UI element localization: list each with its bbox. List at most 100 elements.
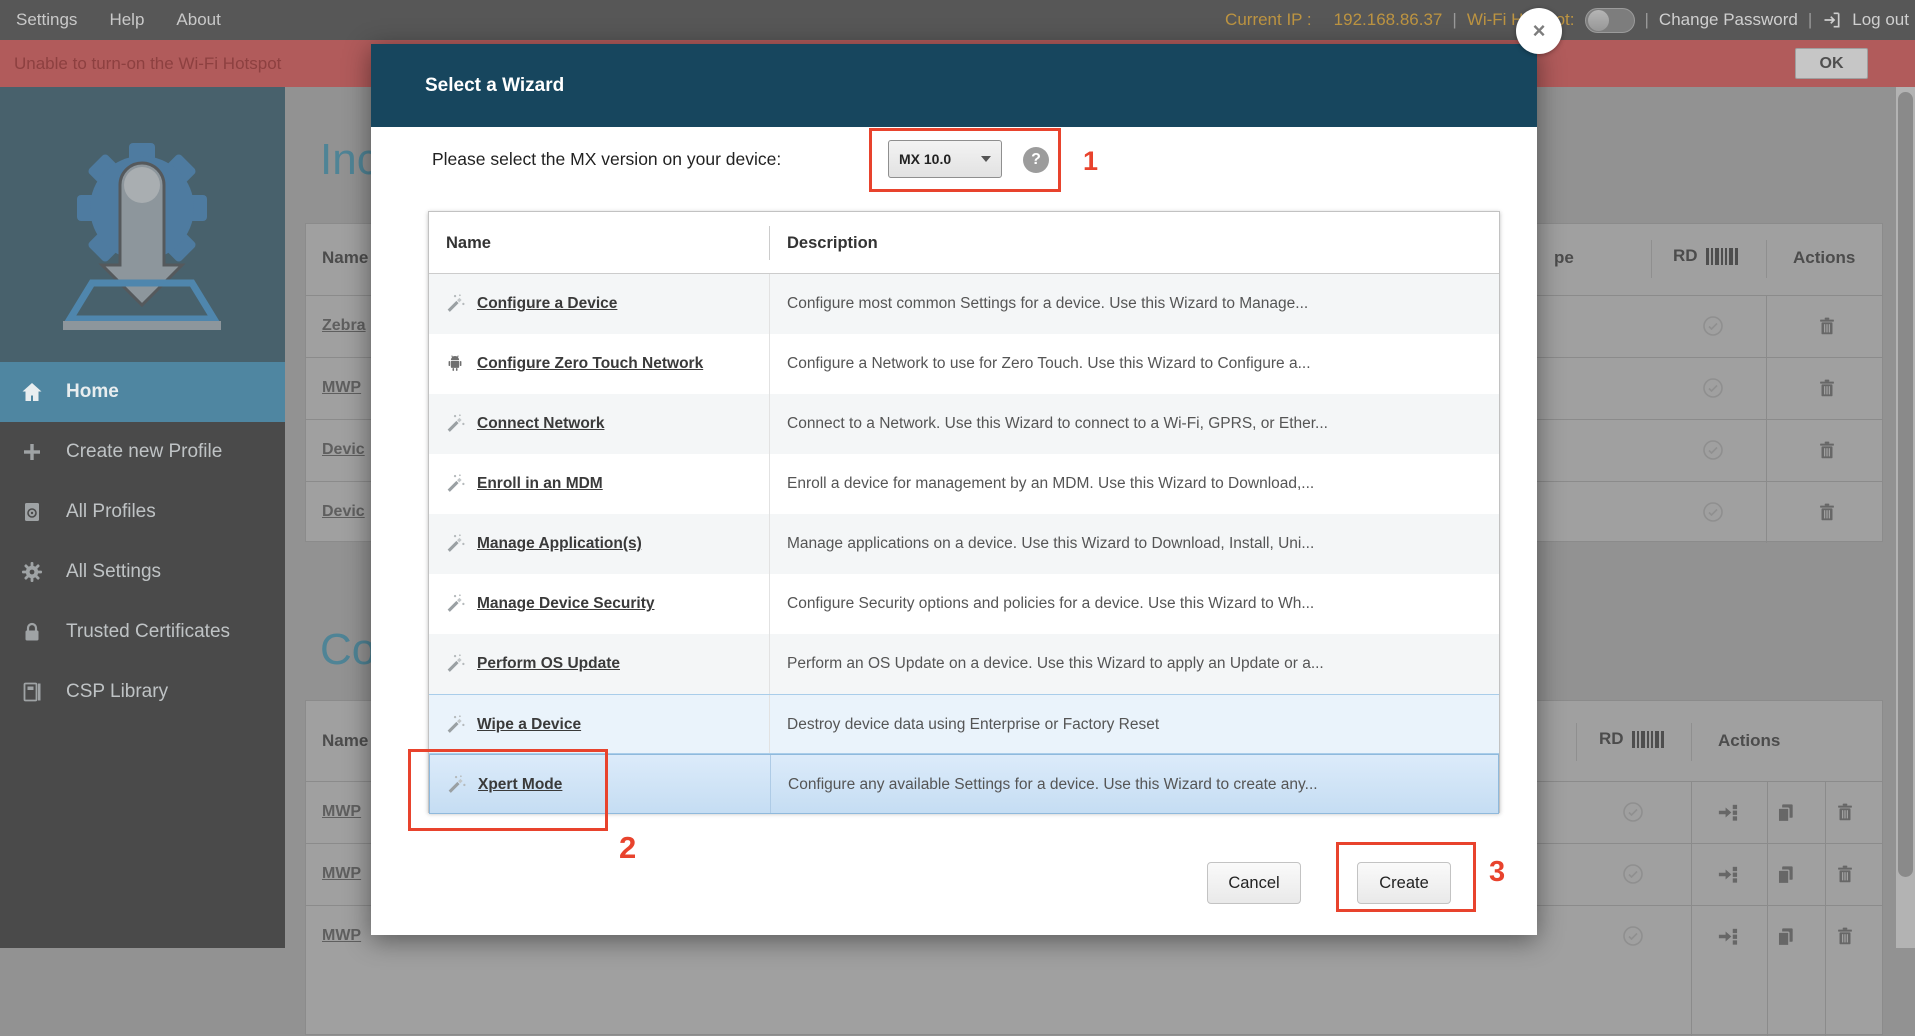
profile-link[interactable]: MWP <box>322 803 361 821</box>
banner-ok-button[interactable]: OK <box>1795 48 1868 79</box>
wizard-link[interactable]: Manage Device Security <box>477 574 654 634</box>
wizard-description: Configure any available Settings for a d… <box>788 755 1484 815</box>
rd-status-icon <box>1701 438 1725 462</box>
sidebar: Home Create new Profile All Profiles All… <box>0 87 285 948</box>
delete-icon[interactable] <box>1816 501 1838 523</box>
sidebar-item-trusted-certificates[interactable]: Trusted Certificates <box>0 602 285 662</box>
chevron-down-icon <box>981 156 991 162</box>
sidebar-item-home[interactable]: Home <box>0 362 285 422</box>
column-header-rd: RD <box>1599 729 1664 749</box>
wizard-table: Name Description Configure a Device Conf… <box>428 211 1500 813</box>
copy-icon[interactable] <box>1774 863 1797 886</box>
annotation-2: 2 <box>619 830 636 866</box>
delete-icon[interactable] <box>1816 439 1838 461</box>
apply-profile-icon[interactable] <box>1716 801 1739 824</box>
toggle-knob <box>1588 10 1609 31</box>
wizard-row-wipe-a-device[interactable]: Wipe a Device Destroy device data using … <box>429 694 1499 754</box>
wizard-link[interactable]: Manage Application(s) <box>477 514 642 574</box>
create-button[interactable]: Create <box>1357 862 1451 904</box>
close-icon[interactable]: × <box>1516 8 1562 54</box>
sidebar-item-label: All Settings <box>66 561 161 583</box>
wizard-row-manage-applications[interactable]: Manage Application(s) Manage application… <box>429 514 1499 574</box>
wizard-table-header: Name Description <box>429 212 1499 274</box>
wizard-row-enroll-in-an-mdm[interactable]: Enroll in an MDM Enroll a device for man… <box>429 454 1499 514</box>
logout-icon <box>1822 10 1842 30</box>
copy-icon[interactable] <box>1774 801 1797 824</box>
wifi-hotspot-toggle[interactable] <box>1585 8 1635 33</box>
delete-icon[interactable] <box>1834 925 1856 947</box>
mx-version-value: MX 10.0 <box>899 151 981 167</box>
scrollbar-thumb[interactable] <box>1898 92 1913 877</box>
wizard-link[interactable]: Connect Network <box>477 394 604 454</box>
profile-link[interactable]: MWP <box>322 927 361 945</box>
gear-icon <box>20 560 44 584</box>
wizard-row-perform-os-update[interactable]: Perform OS Update Perform an OS Update o… <box>429 634 1499 694</box>
sidebar-nav: Home Create new Profile All Profiles All… <box>0 362 285 722</box>
cancel-button[interactable]: Cancel <box>1207 862 1301 904</box>
sidebar-item-label: CSP Library <box>66 681 168 703</box>
dialog-header: Select a Wizard <box>371 44 1537 127</box>
home-icon <box>20 380 44 404</box>
wizard-description: Destroy device data using Enterprise or … <box>787 695 1485 755</box>
help-icon[interactable]: ? <box>1023 147 1049 173</box>
separator: | <box>1645 10 1649 30</box>
column-header-rd: RD <box>1673 246 1738 266</box>
wizard-row-xpert-mode[interactable]: Xpert Mode Configure any available Setti… <box>429 754 1499 814</box>
wand-icon <box>445 413 466 439</box>
library-icon <box>20 680 44 704</box>
menu-about[interactable]: About <box>176 10 220 30</box>
wizard-description: Configure most common Settings for a dev… <box>787 274 1485 334</box>
apply-profile-icon[interactable] <box>1716 925 1739 948</box>
copy-icon[interactable] <box>1774 925 1797 948</box>
logout-link[interactable]: Log out <box>1852 10 1909 30</box>
column-header-actions: Actions <box>1793 248 1855 268</box>
wizard-link[interactable]: Xpert Mode <box>478 755 562 815</box>
sidebar-item-label: All Profiles <box>66 501 156 523</box>
profile-link[interactable]: Zebra <box>322 317 366 335</box>
wand-icon <box>445 653 466 679</box>
profile-link[interactable]: MWP <box>322 865 361 883</box>
sidebar-item-csp-library[interactable]: CSP Library <box>0 662 285 722</box>
wizard-description: Enroll a device for management by an MDM… <box>787 454 1485 514</box>
column-header-actions: Actions <box>1718 731 1780 751</box>
delete-icon[interactable] <box>1816 315 1838 337</box>
menu-help[interactable]: Help <box>109 10 144 30</box>
profile-link[interactable]: Devic <box>322 503 365 521</box>
scrollbar-track[interactable] <box>1896 87 1915 948</box>
wand-icon <box>445 593 466 619</box>
completed-profiles-title: Co <box>320 625 376 675</box>
select-wizard-dialog: Select a Wizard Please select the MX ver… <box>371 44 1537 935</box>
rd-status-icon <box>1701 500 1725 524</box>
wizard-description: Manage applications on a device. Use thi… <box>787 514 1485 574</box>
wizard-description: Perform an OS Update on a device. Use th… <box>787 634 1485 694</box>
delete-icon[interactable] <box>1816 377 1838 399</box>
rd-status-icon <box>1701 314 1725 338</box>
delete-icon[interactable] <box>1834 863 1856 885</box>
profile-link[interactable]: MWP <box>322 379 361 397</box>
wand-icon <box>445 714 466 740</box>
delete-icon[interactable] <box>1834 801 1856 823</box>
wizard-row-connect-network[interactable]: Connect Network Connect to a Network. Us… <box>429 394 1499 454</box>
wizard-link[interactable]: Perform OS Update <box>477 634 620 694</box>
sidebar-item-all-profiles[interactable]: All Profiles <box>0 482 285 542</box>
separator: | <box>1808 10 1812 30</box>
annotation-3: 3 <box>1489 856 1505 889</box>
mx-version-select[interactable]: MX 10.0 <box>888 140 1002 178</box>
wizard-row-configure-zero-touch-network[interactable]: Configure Zero Touch Network Configure a… <box>429 334 1499 394</box>
wizard-link[interactable]: Configure a Device <box>477 274 617 334</box>
wand-icon <box>445 293 466 319</box>
wizard-link[interactable]: Configure Zero Touch Network <box>477 334 703 394</box>
wizard-row-manage-device-security[interactable]: Manage Device Security Configure Securit… <box>429 574 1499 634</box>
sidebar-item-label: Home <box>66 381 119 403</box>
wizard-description: Configure a Network to use for Zero Touc… <box>787 334 1485 394</box>
sidebar-item-all-settings[interactable]: All Settings <box>0 542 285 602</box>
wizard-link[interactable]: Wipe a Device <box>477 695 581 755</box>
change-password-link[interactable]: Change Password <box>1659 10 1798 30</box>
sidebar-item-create-new-profile[interactable]: Create new Profile <box>0 422 285 482</box>
column-header-name: Name <box>322 248 368 268</box>
menu-settings[interactable]: Settings <box>16 10 77 30</box>
wizard-link[interactable]: Enroll in an MDM <box>477 454 603 514</box>
profile-link[interactable]: Devic <box>322 441 365 459</box>
wizard-row-configure-a-device[interactable]: Configure a Device Configure most common… <box>429 274 1499 334</box>
apply-profile-icon[interactable] <box>1716 863 1739 886</box>
